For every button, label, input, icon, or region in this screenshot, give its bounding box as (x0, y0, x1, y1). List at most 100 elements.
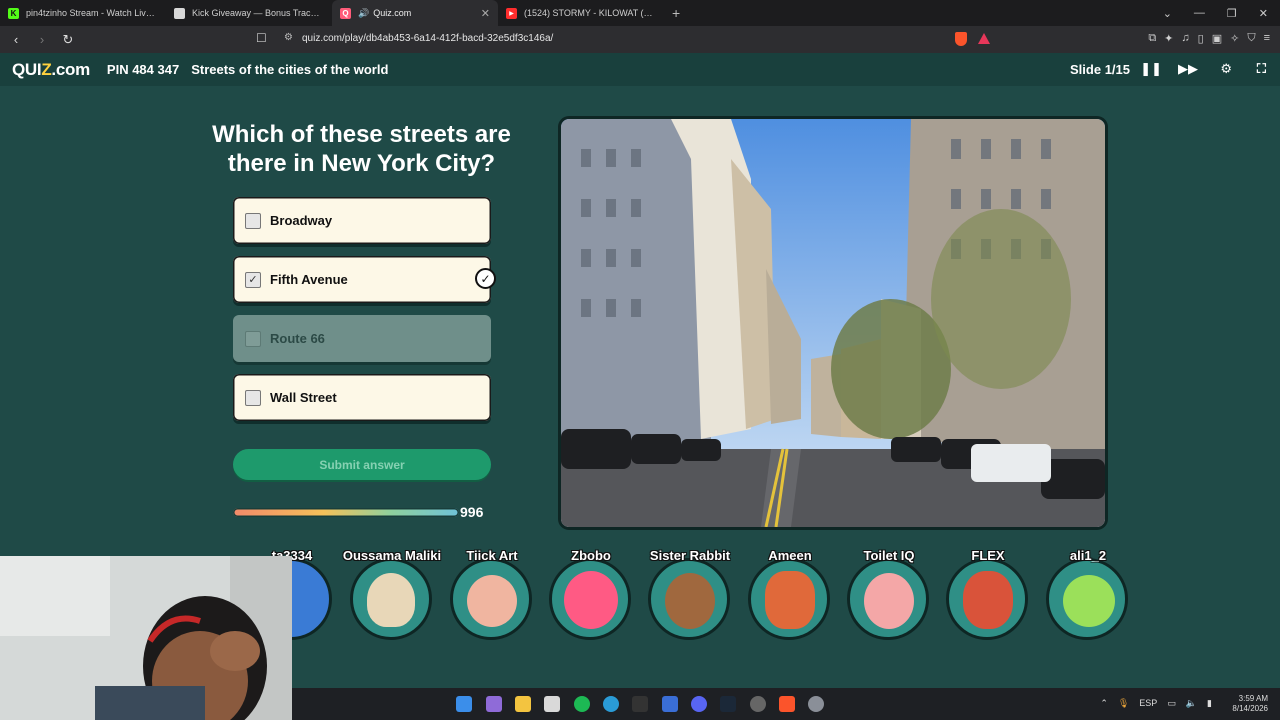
menu-icon[interactable]: ≡ (1264, 32, 1270, 45)
quiz-favicon-icon: Q (340, 7, 351, 19)
outlook-icon[interactable] (662, 696, 678, 712)
sidebar-icon[interactable]: ▯ (1198, 32, 1204, 45)
clock-date: 8/14/2026 (1232, 704, 1268, 713)
answer-option-route-66[interactable]: Route 66 (233, 315, 491, 362)
music-icon[interactable]: ♫ (1181, 32, 1189, 45)
player-avatar: Tiick Art (450, 548, 534, 640)
avatar (847, 558, 929, 640)
checkmark-icon: ✓ (475, 268, 496, 289)
puzzle-icon[interactable]: ✦ (1164, 32, 1173, 45)
player-avatar: Toilet IQ (847, 548, 931, 640)
player-avatar: ali1_2 (1046, 548, 1130, 640)
network-icon[interactable]: ▭ (1167, 698, 1176, 709)
fullscreen-icon[interactable]: ⛶ (1257, 61, 1266, 77)
checkbox[interactable] (245, 212, 261, 229)
vpn-icon[interactable]: ⛉ (1247, 32, 1255, 45)
leo-icon[interactable]: ✧ (1230, 32, 1239, 45)
player-name: FLEX (971, 548, 1005, 563)
avatar (748, 558, 830, 640)
volume-icon[interactable]: 🔈 (1186, 698, 1197, 709)
quiz-header: QUIZ.com PIN 484 347 Streets of the citi… (0, 53, 1280, 86)
answer-option-fifth-avenue[interactable]: ✓ Fifth Avenue ✓ (233, 256, 496, 303)
address-bar[interactable]: quiz.com/play/db4ab453-6a14-412f-bacd-32… (302, 33, 553, 44)
player-avatar: Zbobo (549, 548, 633, 640)
question-image (561, 119, 1105, 527)
option-label: Broadway (270, 213, 333, 228)
answer-option-broadway[interactable]: Broadway (233, 197, 491, 244)
option-label: Wall Street (270, 390, 337, 405)
clock-time: 3:59 AM (1238, 694, 1268, 703)
settings-icon[interactable]: ⚙ (1220, 61, 1232, 77)
question-text: Which of these streets are there in New … (212, 121, 511, 177)
brave-rewards-icon[interactable] (978, 33, 990, 44)
settings-app-icon[interactable] (808, 696, 824, 712)
browser-tab-giveaway[interactable]: Kick Giveaway — Bonus Tracker | Bor (166, 0, 332, 26)
answer-option-wall-street[interactable]: Wall Street (233, 374, 491, 421)
giveaway-favicon-icon (174, 7, 185, 19)
browser-tab-strip: K pin4tzinho Stream - Watch Live on K Ki… (0, 0, 1280, 26)
speaker-icon[interactable]: 🔊 (358, 8, 369, 19)
steam-icon[interactable] (720, 696, 736, 712)
battery-icon[interactable]: ▮ (1207, 698, 1212, 709)
checkbox[interactable] (245, 330, 261, 347)
restore-icon[interactable]: ❐ (1227, 7, 1237, 20)
file-explorer-icon[interactable] (515, 696, 531, 712)
youtube-favicon-icon: ▶ (506, 7, 517, 19)
player-name: Zbobo (571, 548, 611, 563)
copilot-icon[interactable] (486, 696, 502, 712)
logo-z: Z (41, 59, 52, 79)
tab-title: Kick Giveaway — Bonus Tracker | Bor (192, 8, 324, 18)
browser-tab-youtube[interactable]: ▶ (1524) STORMY - KILOWAT (VISUALIZ (498, 0, 664, 26)
webcam-feed (0, 556, 292, 720)
forward-icon[interactable]: › (32, 32, 52, 47)
bookmark-icon[interactable]: ☐ (256, 31, 267, 45)
avatar (549, 558, 631, 640)
close-tab-icon[interactable]: ✕ (481, 7, 490, 20)
pause-icon[interactable]: ❚❚ (1140, 61, 1162, 77)
spotify-icon[interactable] (574, 696, 590, 712)
browser-tab-kick[interactable]: K pin4tzinho Stream - Watch Live on K (0, 0, 166, 26)
wallet-icon[interactable]: ▣ (1212, 32, 1222, 45)
checkbox[interactable] (245, 389, 261, 406)
submit-answer-button[interactable]: Submit answer (233, 449, 491, 480)
new-tab-button[interactable]: + (672, 5, 680, 21)
brave-icon[interactable] (779, 696, 795, 712)
extensions-bar: ⧉ ✦ ♫ ▯ ▣ ✧ ⛉ ≡ (1148, 32, 1270, 45)
microphone-icon[interactable]: 🎙 (1118, 698, 1129, 709)
player-name: ali1_2 (1069, 548, 1107, 563)
player-avatar: FLEX (946, 548, 1030, 640)
player-name: Ameen (768, 548, 812, 563)
timer-value: 996 (460, 504, 484, 520)
skip-icon[interactable]: ▶▶ (1178, 61, 1198, 77)
clock[interactable]: 3:59 AM 8/14/2026 (1232, 694, 1268, 714)
tab-search-icon[interactable]: ⌄ (1163, 7, 1172, 20)
minimize-icon[interactable]: — (1194, 7, 1205, 19)
site-info-icon[interactable]: ⚙ (284, 32, 293, 43)
timer-bar (233, 508, 459, 517)
tab-title: pin4tzinho Stream - Watch Live on K (26, 8, 158, 18)
slide-counter: Slide 1/15 (1070, 62, 1130, 77)
quiz-logo[interactable]: QUIZ.com (12, 60, 90, 80)
option-label: Fifth Avenue (270, 272, 348, 287)
edge-icon[interactable] (603, 696, 619, 712)
player-avatar: Oussama Maliki (343, 548, 441, 640)
player-name: Toilet IQ (863, 548, 915, 563)
obs-icon[interactable] (750, 696, 766, 712)
input-language[interactable]: ESP (1139, 698, 1157, 709)
checkbox-checked[interactable]: ✓ (245, 271, 261, 288)
browser-tab-quiz[interactable]: Q 🔊 Quiz.com ✕ (332, 0, 498, 26)
start-icon[interactable] (456, 696, 472, 712)
extension-icon[interactable]: ⧉ (1148, 32, 1156, 45)
chevron-up-icon[interactable]: ⌃ (1100, 698, 1108, 709)
reload-icon[interactable]: ↻ (58, 32, 78, 48)
quiz-title: Streets of the cities of the world (191, 62, 389, 77)
kick-favicon-icon: K (8, 7, 19, 19)
back-icon[interactable]: ‹ (6, 32, 26, 47)
store-icon[interactable] (544, 696, 560, 712)
close-window-icon[interactable]: ✕ (1259, 7, 1268, 20)
avatar (450, 558, 532, 640)
epic-games-icon[interactable] (632, 696, 648, 712)
brave-shield-icon[interactable] (955, 32, 967, 46)
game-pin: PIN 484 347 (106, 62, 180, 77)
discord-icon[interactable] (691, 696, 707, 712)
